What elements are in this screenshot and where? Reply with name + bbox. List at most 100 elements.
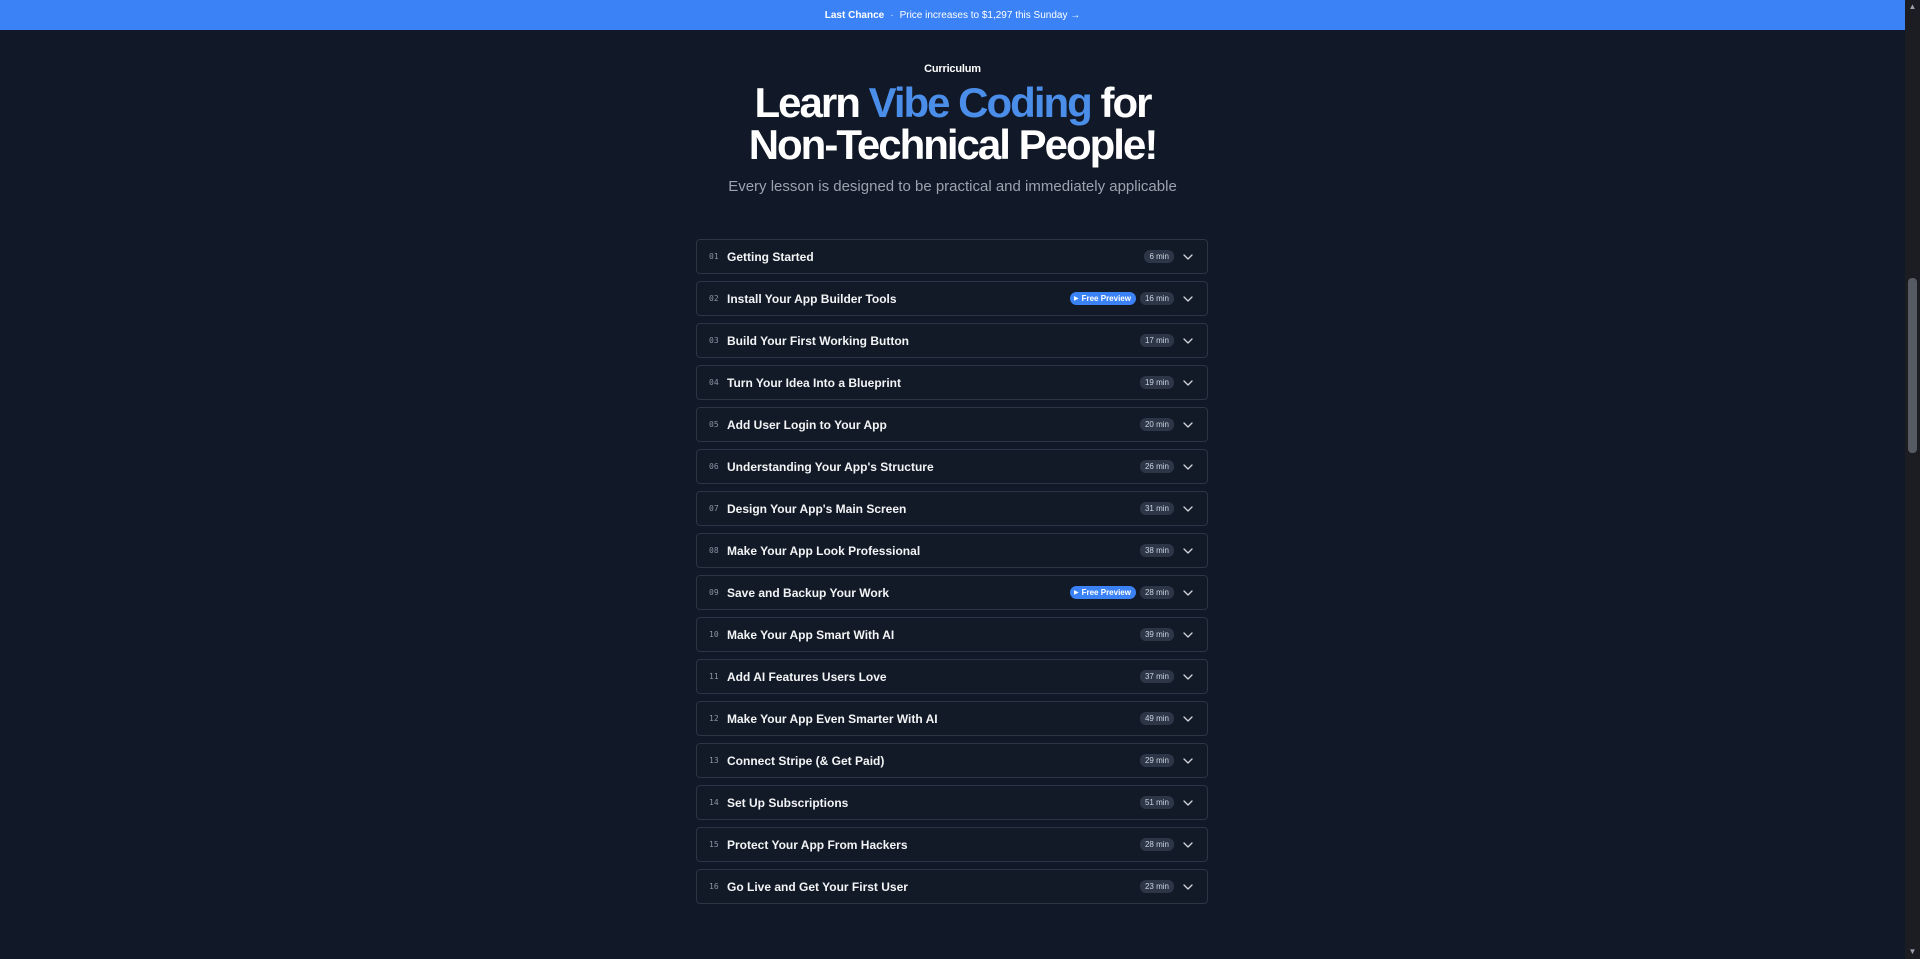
lesson-number: 04	[709, 378, 719, 387]
scroll-down-icon[interactable]: ▼	[1905, 947, 1920, 957]
chevron-down-icon[interactable]	[1181, 460, 1195, 474]
title-part-2: for	[1090, 79, 1152, 126]
lesson-number: 06	[709, 462, 719, 471]
banner-separator: ·	[890, 9, 894, 21]
lesson-number: 08	[709, 546, 719, 555]
chevron-down-icon[interactable]	[1181, 334, 1195, 348]
lesson-row[interactable]: 08 Make Your App Look Professional 38 min	[696, 533, 1208, 568]
chevron-down-icon[interactable]	[1181, 292, 1195, 306]
chevron-down-icon[interactable]	[1181, 838, 1195, 852]
lesson-row[interactable]: 13 Connect Stripe (& Get Paid) 29 min	[696, 743, 1208, 778]
lesson-row[interactable]: 05 Add User Login to Your App 20 min	[696, 407, 1208, 442]
title-accent: Vibe Coding	[868, 79, 1093, 126]
lesson-number: 09	[709, 588, 719, 597]
lesson-number: 01	[709, 252, 719, 261]
chevron-down-icon[interactable]	[1181, 670, 1195, 684]
free-preview-badge[interactable]: ▶ Free Preview	[1069, 586, 1136, 599]
lesson-title: Make Your App Look Professional	[727, 543, 921, 558]
lesson-row[interactable]: 02 Install Your App Builder Tools ▶ Free Pr…	[696, 281, 1208, 316]
lesson-duration: 29 min	[1139, 754, 1174, 767]
lesson-list: 01 Getting Started 6 min 02 Install Your App…	[696, 239, 1208, 911]
lesson-title: Build Your First Working Button	[727, 333, 909, 348]
lesson-title: Understanding Your App's Structure	[727, 459, 934, 474]
lesson-title: Install Your App Builder Tools	[727, 291, 897, 306]
lesson-title: Make Your App Even Smarter With AI	[727, 711, 938, 726]
chevron-down-icon[interactable]	[1181, 586, 1195, 600]
scroll-up-icon[interactable]: ▲	[1905, 2, 1920, 12]
lesson-row[interactable]: 14 Set Up Subscriptions 51 min	[696, 785, 1208, 820]
lesson-number: 03	[709, 336, 719, 345]
scrollbar-thumb[interactable]	[1908, 278, 1917, 453]
announcement-banner[interactable]: Last Chance · Price increases to $1,297 …	[0, 0, 1905, 30]
chevron-down-icon[interactable]	[1181, 250, 1195, 264]
lesson-duration: 19 min	[1139, 376, 1174, 389]
lesson-row[interactable]: 06 Understanding Your App's Structure 26 m…	[696, 449, 1208, 484]
title-line-2: Non-Technical People!	[748, 121, 1159, 168]
lesson-number: 14	[709, 798, 719, 807]
lesson-number: 02	[709, 294, 719, 303]
lesson-number: 07	[709, 504, 719, 513]
chevron-down-icon[interactable]	[1181, 754, 1195, 768]
lesson-title: Make Your App Smart With AI	[727, 627, 895, 642]
section-subtitle: Every lesson is designed to be practical…	[728, 178, 1177, 195]
lesson-row[interactable]: 07 Design Your App's Main Screen 31 min	[696, 491, 1208, 526]
lesson-title: Go Live and Get Your First User	[727, 879, 908, 894]
lesson-number: 10	[709, 630, 719, 639]
lesson-title: Save and Backup Your Work	[727, 585, 890, 600]
lesson-duration: 51 min	[1139, 796, 1174, 809]
lesson-title: Turn Your Idea Into a Blueprint	[727, 375, 902, 390]
lesson-row[interactable]: 04 Turn Your Idea Into a Blueprint 19 min	[696, 365, 1208, 400]
chevron-down-icon[interactable]	[1181, 712, 1195, 726]
lesson-number: 15	[709, 840, 719, 849]
lesson-row[interactable]: 11 Add AI Features Users Love 37 min	[696, 659, 1208, 694]
free-preview-badge[interactable]: ▶ Free Preview	[1069, 292, 1136, 305]
banner-highlight: Last Chance	[824, 9, 885, 21]
lesson-duration: 28 min	[1139, 586, 1174, 599]
lesson-duration: 49 min	[1139, 712, 1174, 725]
chevron-down-icon[interactable]	[1181, 880, 1195, 894]
vertical-scrollbar[interactable]: ▲ ▼	[1905, 0, 1920, 959]
lesson-row[interactable]: 15 Protect Your App From Hackers 28 min	[696, 827, 1208, 862]
title-part-1: Learn	[754, 79, 869, 126]
play-icon: ▶	[1073, 590, 1079, 596]
play-icon: ▶	[1073, 296, 1079, 302]
lesson-number: 11	[709, 672, 719, 681]
chevron-down-icon[interactable]	[1181, 544, 1195, 558]
lesson-duration: 39 min	[1139, 628, 1174, 641]
lesson-row[interactable]: 01 Getting Started 6 min	[696, 239, 1208, 274]
lesson-duration: 31 min	[1139, 502, 1174, 515]
lesson-number: 16	[709, 882, 719, 891]
lesson-duration: 20 min	[1139, 418, 1174, 431]
lesson-duration: 16 min	[1139, 292, 1174, 305]
lesson-duration: 23 min	[1139, 880, 1174, 893]
lesson-row[interactable]: 10 Make Your App Smart With AI 39 min	[696, 617, 1208, 652]
lesson-title: Design Your App's Main Screen	[727, 501, 907, 516]
lesson-title: Add AI Features Users Love	[727, 669, 887, 684]
chevron-down-icon[interactable]	[1181, 628, 1195, 642]
chevron-down-icon[interactable]	[1181, 796, 1195, 810]
lesson-title: Add User Login to Your App	[727, 417, 887, 432]
lesson-title: Connect Stripe (& Get Paid)	[727, 753, 885, 768]
lesson-row[interactable]: 03 Build Your First Working Button 17 min	[696, 323, 1208, 358]
page-title: Learn Vibe Coding for Non-Technical Peop…	[0, 82, 1905, 166]
lesson-row[interactable]: 16 Go Live and Get Your First User 23 min	[696, 869, 1208, 904]
lesson-duration: 38 min	[1139, 544, 1174, 557]
chevron-down-icon[interactable]	[1181, 418, 1195, 432]
lesson-row[interactable]: 12 Make Your App Even Smarter With AI 49 m…	[696, 701, 1208, 736]
lesson-number: 05	[709, 420, 719, 429]
free-preview-label: Free Preview	[1081, 588, 1131, 597]
lesson-title: Set Up Subscriptions	[727, 795, 849, 810]
lesson-duration: 37 min	[1139, 670, 1174, 683]
lesson-row[interactable]: 09 Save and Backup Your Work ▶ Free Preview…	[696, 575, 1208, 610]
lesson-duration: 6 min	[1144, 250, 1174, 263]
lesson-duration: 17 min	[1139, 334, 1174, 347]
curriculum-section: Curriculum Learn Vibe Coding for Non-Tec…	[0, 30, 1905, 959]
lesson-title: Protect Your App From Hackers	[727, 837, 908, 852]
lesson-duration: 28 min	[1139, 838, 1174, 851]
lesson-duration: 26 min	[1139, 460, 1174, 473]
chevron-down-icon[interactable]	[1181, 376, 1195, 390]
banner-message: Price increases to $1,297 this Sunday →	[899, 9, 1081, 21]
lesson-number: 13	[709, 756, 719, 765]
chevron-down-icon[interactable]	[1181, 502, 1195, 516]
free-preview-label: Free Preview	[1081, 294, 1131, 303]
